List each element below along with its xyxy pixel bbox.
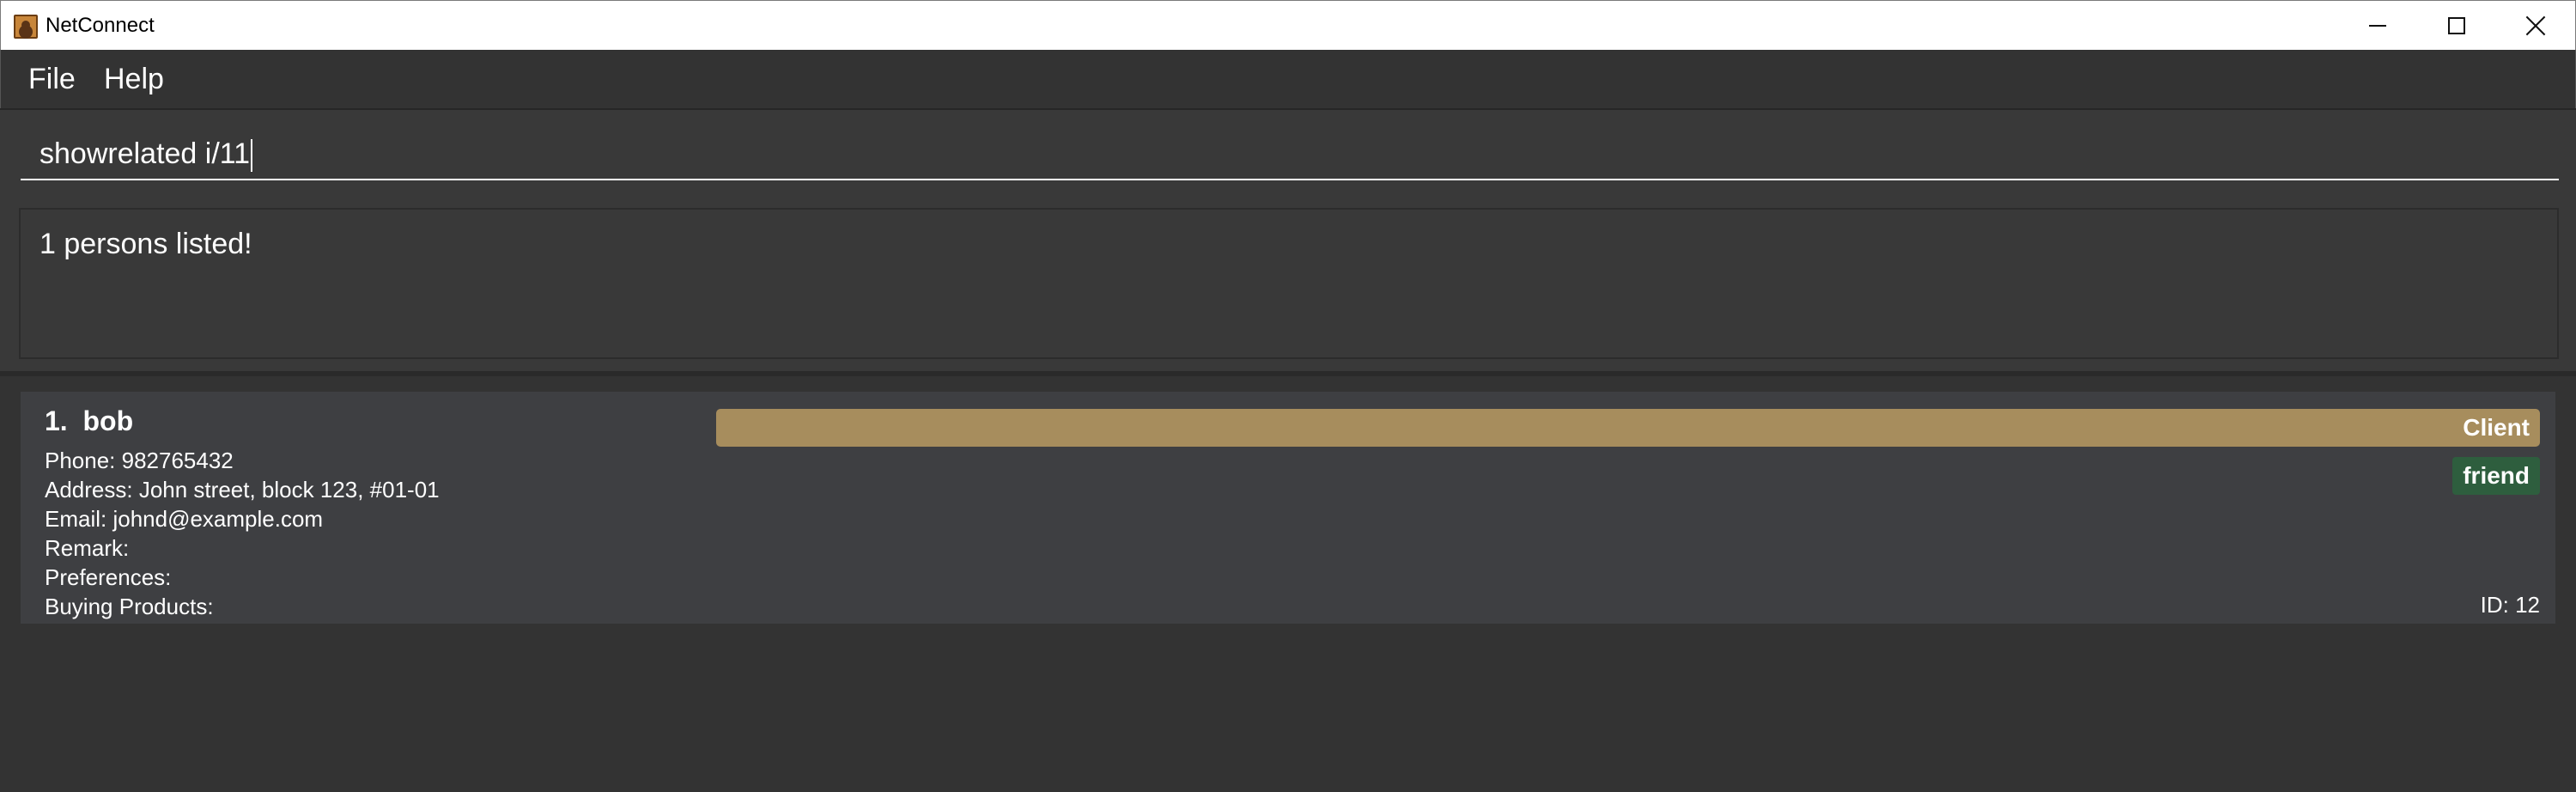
result-message: 1 persons listed! — [39, 228, 252, 260]
contact-book-icon — [14, 15, 38, 39]
window-title: NetConnect — [46, 14, 155, 37]
close-button[interactable] — [2496, 1, 2575, 51]
result-display: 1 persons listed! — [0, 194, 2576, 371]
tag-friend: friend — [2452, 457, 2540, 495]
person-name: 1. bob — [45, 404, 133, 438]
person-id: ID: 12 — [2480, 592, 2540, 618]
menu-help[interactable]: Help — [104, 62, 164, 96]
maximize-button[interactable] — [2417, 1, 2496, 51]
text-caret — [251, 139, 253, 173]
person-list[interactable]: 1. bob Phone: 982765432 Address: John st… — [0, 376, 2576, 792]
maximize-icon — [2448, 17, 2465, 34]
minimize-button[interactable] — [2338, 1, 2417, 51]
command-input[interactable]: showrelated i/11 — [21, 127, 2559, 180]
person-preferences: Preferences: — [45, 564, 172, 590]
person-email: Email: johnd@example.com — [45, 506, 324, 532]
person-phone: Phone: 982765432 — [45, 448, 234, 473]
role-tag-client: Client — [716, 409, 2540, 447]
person-buying-products: Buying Products: — [45, 594, 214, 619]
result-box[interactable]: 1 persons listed! — [19, 208, 2559, 359]
person-address: Address: John street, block 123, #01-01 — [45, 477, 440, 503]
person-remark: Remark: — [45, 535, 130, 561]
menu-file[interactable]: File — [28, 62, 76, 96]
title-bar: NetConnect — [0, 0, 2576, 50]
command-input-text: showrelated i/11 — [39, 137, 251, 170]
minimize-icon — [2369, 25, 2386, 27]
menu-bar: File Help — [0, 50, 2576, 108]
command-box: showrelated i/11 — [0, 108, 2576, 194]
person-name-text: bob — [82, 405, 134, 436]
person-card[interactable]: 1. bob Phone: 982765432 Address: John st… — [21, 392, 2555, 624]
close-icon — [2525, 15, 2546, 36]
person-index: 1. — [45, 405, 68, 436]
